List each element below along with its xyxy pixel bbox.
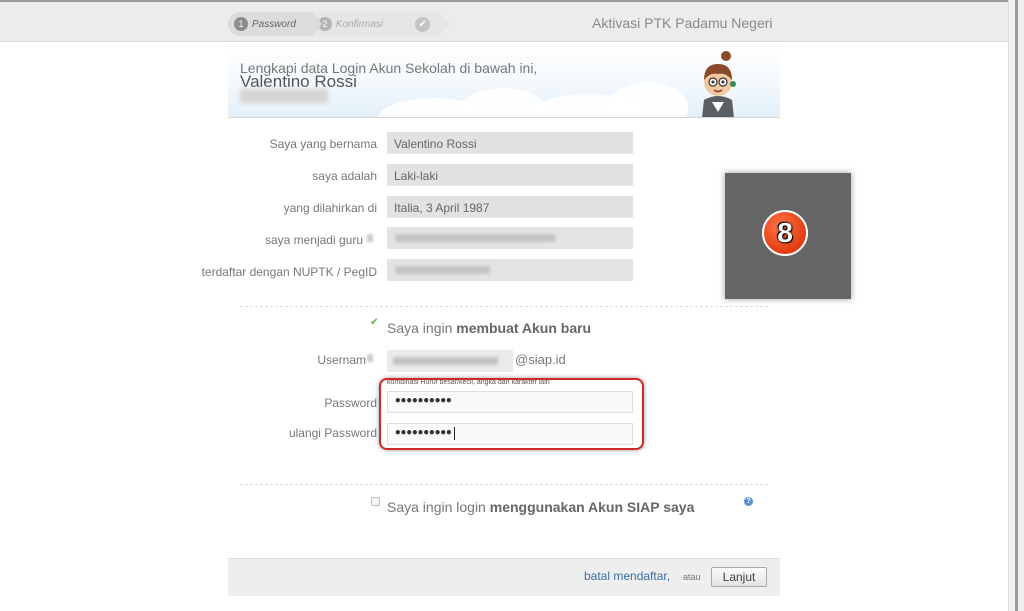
birth-field: Italia, 3 April 1987 [387,196,633,218]
username-domain: @siap.id [515,352,566,367]
siap-login-label: Saya ingin login menggunakan Akun SIAP s… [387,499,694,515]
gender-field: Laki-laki [387,164,633,186]
redacted-text [367,234,373,242]
nuptk-field [387,259,633,281]
or-text: atau [683,572,701,582]
username-label: Usernam [317,353,366,367]
gender-label: saya adalah [312,169,377,183]
top-bar: 1 Password 2 Konfirmasi ✔ Aktivasi PTK P… [0,0,1008,42]
repeat-password-label: ulangi Password [288,426,377,440]
redacted-text [367,354,373,362]
create-account-bold: membuat Akun baru [456,320,592,336]
step-number: 1 [234,17,248,31]
create-account-checkbox[interactable]: ✔ [370,318,380,328]
cancel-link[interactable]: batal mendaftar, [584,569,670,583]
siap-login-bold: menggunakan Akun SIAP saya [489,499,695,515]
scrollbar[interactable] [1008,0,1024,611]
name-field: Valentino Rossi [387,132,633,154]
step-label: Konfirmasi [335,18,384,30]
scrollbar-rail[interactable] [1015,0,1018,611]
divider [240,306,768,307]
nuptk-label: terdaftar dengan NUPTK / PegID [201,265,377,279]
next-button[interactable]: Lanjut [711,567,767,587]
divider [240,484,768,485]
check-icon: ✔ [415,16,431,32]
progress-steps: 1 Password 2 Konfirmasi ✔ [228,12,451,38]
create-account-label: Saya ingin membuat Akun baru [387,320,591,336]
siap-login-checkbox[interactable] [371,497,380,506]
highlight-annotation [379,378,644,450]
birth-label: yang dilahirkan di [283,201,377,215]
header-banner: Lengkapi data Login Akun Sekolah di bawa… [228,42,780,118]
redacted-text [240,89,328,103]
cloud-decoration [608,82,688,117]
redacted-text [393,357,498,365]
step-label: Password [252,18,296,30]
step-konfirmasi: 2 Konfirmasi [311,12,410,36]
name-label: Saya yang bernama [269,137,377,151]
step-password: 1 Password [228,12,322,36]
redacted-text [395,266,490,274]
username-input[interactable] [387,350,513,372]
step-marker-badge: 8 [762,210,808,256]
password-label: Password [324,396,377,410]
siap-login-prefix: Saya ingin login [387,499,486,515]
mascot-icon [702,51,736,117]
redacted-text [395,234,555,242]
teacher-field [387,227,633,249]
profile-photo: 8 [725,173,851,299]
teacher-label: saya menjadi guru [264,233,363,247]
create-account-prefix: Saya ingin [387,320,453,336]
page-title: Aktivasi PTK Padamu Negeri [592,15,773,31]
help-icon[interactable]: ? [744,497,753,506]
